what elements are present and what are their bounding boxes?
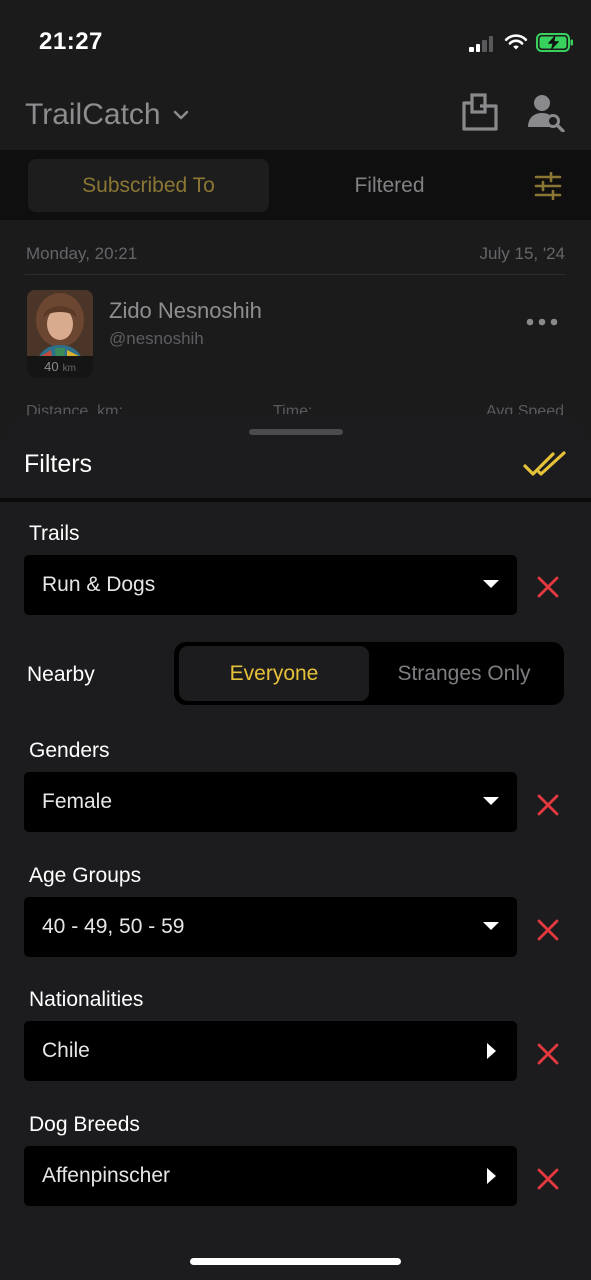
genders-select[interactable]: Female: [24, 772, 517, 832]
signal-icon: [469, 36, 495, 52]
app-switcher[interactable]: TrailCatch: [25, 98, 189, 132]
dog-breeds-label: Dog Breeds: [29, 1113, 140, 1136]
nationalities-value: Chile: [42, 1039, 90, 1062]
tab-filtered[interactable]: Filtered: [269, 159, 510, 212]
distance-badge: 40 km: [27, 356, 93, 378]
user-handle: @nesnoshih: [109, 329, 204, 348]
nationalities-select[interactable]: Chile: [24, 1021, 517, 1081]
feed-divider: [25, 274, 566, 275]
caret-down-icon: [483, 580, 499, 588]
genders-value: Female: [42, 790, 113, 813]
caret-right-icon: [487, 1168, 496, 1184]
tab-subscribed[interactable]: Subscribed To: [28, 159, 269, 212]
feed-date: July 15, '24: [479, 244, 565, 263]
sheet-divider: [0, 498, 591, 502]
more-icon[interactable]: [526, 312, 558, 332]
dog-breeds-select[interactable]: Affenpinscher: [24, 1146, 517, 1206]
nearby-option-everyone[interactable]: Everyone: [179, 646, 369, 701]
close-icon[interactable]: [537, 919, 559, 941]
trails-select[interactable]: Run & Dogs: [24, 555, 517, 615]
app-title: TrailCatch: [25, 98, 161, 131]
app-header: TrailCatch: [0, 90, 591, 150]
nearby-option-strangers[interactable]: Stranges Only: [369, 646, 559, 701]
distance-unit: km: [62, 363, 76, 374]
sheet-title: Filters: [24, 450, 93, 478]
user-name[interactable]: Zido Nesnoshih: [109, 298, 262, 324]
user-search-icon[interactable]: [526, 92, 566, 132]
dog-breeds-value: Affenpinscher: [42, 1164, 171, 1187]
caret-right-icon: [487, 1043, 496, 1059]
sliders-icon[interactable]: [534, 172, 562, 200]
age-groups-label: Age Groups: [29, 864, 142, 887]
trails-value: Run & Dogs: [42, 573, 156, 596]
feed-card: Monday, 20:21 July 15, '24 40 km Zido Nes…: [0, 220, 591, 420]
genders-label: Genders: [29, 739, 110, 762]
double-check-icon[interactable]: [523, 450, 567, 478]
wifi-icon: [504, 34, 528, 50]
age-groups-select[interactable]: 40 - 49, 50 - 59: [24, 897, 517, 957]
feed-day-time: Monday, 20:21: [26, 244, 138, 263]
status-bar: 21:27: [0, 0, 591, 90]
feed-tabs: Subscribed To Filtered: [0, 150, 591, 220]
caret-down-icon: [483, 922, 499, 930]
trails-label: Trails: [29, 522, 80, 545]
share-icon[interactable]: [460, 92, 500, 132]
avatar[interactable]: 40 km: [27, 290, 93, 378]
close-icon[interactable]: [537, 1043, 559, 1065]
nearby-label: Nearby: [27, 663, 95, 686]
sheet-grabber[interactable]: [249, 429, 343, 435]
caret-down-icon: [483, 797, 499, 805]
filters-sheet: Filters Trails Run & Dogs Nearby Everyon…: [0, 414, 591, 1280]
close-icon[interactable]: [537, 1168, 559, 1190]
nationalities-label: Nationalities: [29, 988, 144, 1011]
home-indicator[interactable]: [190, 1258, 401, 1265]
close-icon[interactable]: [537, 576, 559, 598]
battery-charging-icon: [536, 33, 573, 52]
status-time: 21:27: [39, 28, 103, 55]
chevron-down-icon: [173, 110, 188, 120]
age-groups-value: 40 - 49, 50 - 59: [42, 915, 185, 938]
nearby-segmented-control: Everyone Stranges Only: [174, 642, 564, 705]
close-icon[interactable]: [537, 794, 559, 816]
distance-value: 40: [44, 359, 59, 374]
